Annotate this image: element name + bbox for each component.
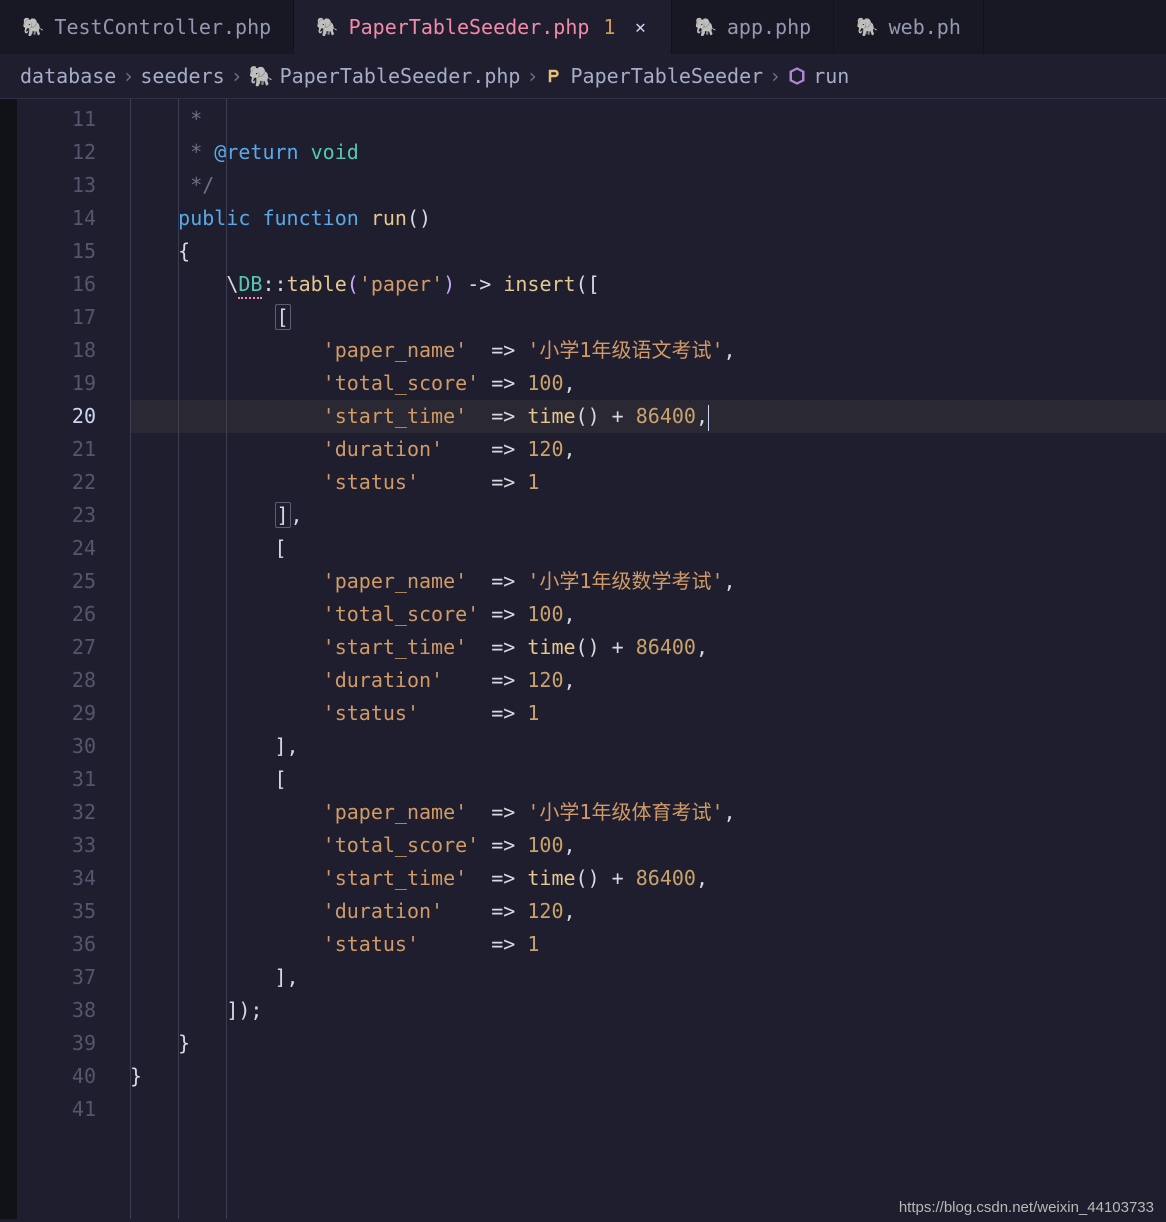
tab-label: PaperTableSeeder.php <box>349 15 590 39</box>
code-line[interactable]: * @return void <box>130 136 1166 169</box>
tab-bar: 🐘 TestController.php 🐘 PaperTableSeeder.… <box>0 0 1166 54</box>
breadcrumb: database › seeders › 🐘 PaperTableSeeder.… <box>0 54 1166 99</box>
php-icon: 🐘 <box>856 17 878 38</box>
code-line[interactable]: 'duration' => 120, <box>130 433 1166 466</box>
watermark: https://blog.csdn.net/weixin_44103733 <box>899 1199 1154 1216</box>
code-line[interactable]: ], <box>130 499 1166 532</box>
tab-label: app.php <box>727 15 811 39</box>
code-line[interactable]: \DB::table('paper') -> insert([ <box>130 268 1166 301</box>
code-line[interactable]: } <box>130 1027 1166 1060</box>
code-line[interactable]: ], <box>130 961 1166 994</box>
code-line[interactable]: ]); <box>130 994 1166 1027</box>
code-line[interactable]: 'paper_name' => '小学1年级数学考试', <box>130 565 1166 598</box>
close-icon[interactable]: ✕ <box>631 17 649 38</box>
text-cursor <box>708 405 709 431</box>
code-line[interactable]: 'total_score' => 100, <box>130 829 1166 862</box>
code-line[interactable]: public function run() <box>130 202 1166 235</box>
code-line[interactable]: 'duration' => 120, <box>130 895 1166 928</box>
breadcrumb-item[interactable]: database <box>20 64 116 88</box>
breadcrumb-item[interactable]: PaperTableSeeder <box>571 64 764 88</box>
tab-app[interactable]: 🐘 app.php <box>672 0 834 54</box>
code-line[interactable]: 'paper_name' => '小学1年级体育考试', <box>130 796 1166 829</box>
code-line[interactable] <box>130 1093 1166 1126</box>
code-line[interactable]: * <box>130 103 1166 136</box>
code-line[interactable]: 'paper_name' => '小学1年级语文考试', <box>130 334 1166 367</box>
code-line[interactable]: } <box>130 1060 1166 1093</box>
tab-testcontroller[interactable]: 🐘 TestController.php <box>0 0 294 54</box>
tab-web[interactable]: 🐘 web.ph <box>834 0 984 54</box>
line-number-gutter: 1112131415161718192021222324252627282930… <box>0 99 130 1219</box>
code-line[interactable]: 'status' => 1 <box>130 928 1166 961</box>
code-area[interactable]: * * @return void */ public function run(… <box>130 99 1166 1219</box>
tab-label: TestController.php <box>54 15 271 39</box>
code-line[interactable]: */ <box>130 169 1166 202</box>
code-line[interactable]: [ <box>130 301 1166 334</box>
code-line[interactable]: 'total_score' => 100, <box>130 367 1166 400</box>
chevron-right-icon: › <box>526 64 538 88</box>
php-icon: 🐘 <box>22 17 44 38</box>
code-line[interactable]: 'status' => 1 <box>130 466 1166 499</box>
code-line[interactable]: 'start_time' => time() + 86400, <box>130 400 1166 433</box>
php-icon: 🐘 <box>316 17 338 38</box>
breadcrumb-item[interactable]: run <box>813 64 849 88</box>
php-icon: 🐘 <box>249 64 274 88</box>
chevron-right-icon: › <box>231 64 243 88</box>
method-icon <box>787 66 807 86</box>
breadcrumb-item[interactable]: seeders <box>140 64 224 88</box>
tab-papertableseeder[interactable]: 🐘 PaperTableSeeder.php 1 ✕ <box>294 0 672 54</box>
code-line[interactable]: [ <box>130 763 1166 796</box>
code-line[interactable]: 'duration' => 120, <box>130 664 1166 697</box>
editor[interactable]: 1112131415161718192021222324252627282930… <box>0 99 1166 1219</box>
left-gutter-bg <box>0 99 17 1219</box>
code-line[interactable]: ], <box>130 730 1166 763</box>
modified-indicator: 1 <box>603 15 615 39</box>
code-line[interactable]: { <box>130 235 1166 268</box>
breadcrumb-item[interactable]: PaperTableSeeder.php <box>280 64 521 88</box>
chevron-right-icon: › <box>122 64 134 88</box>
tab-label: web.ph <box>889 15 961 39</box>
chevron-right-icon: › <box>769 64 781 88</box>
code-line[interactable]: 'start_time' => time() + 86400, <box>130 862 1166 895</box>
php-icon: 🐘 <box>694 17 716 38</box>
code-line[interactable]: [ <box>130 532 1166 565</box>
code-line[interactable]: 'total_score' => 100, <box>130 598 1166 631</box>
code-line[interactable]: 'start_time' => time() + 86400, <box>130 631 1166 664</box>
code-line[interactable]: 'status' => 1 <box>130 697 1166 730</box>
class-icon <box>545 66 565 86</box>
